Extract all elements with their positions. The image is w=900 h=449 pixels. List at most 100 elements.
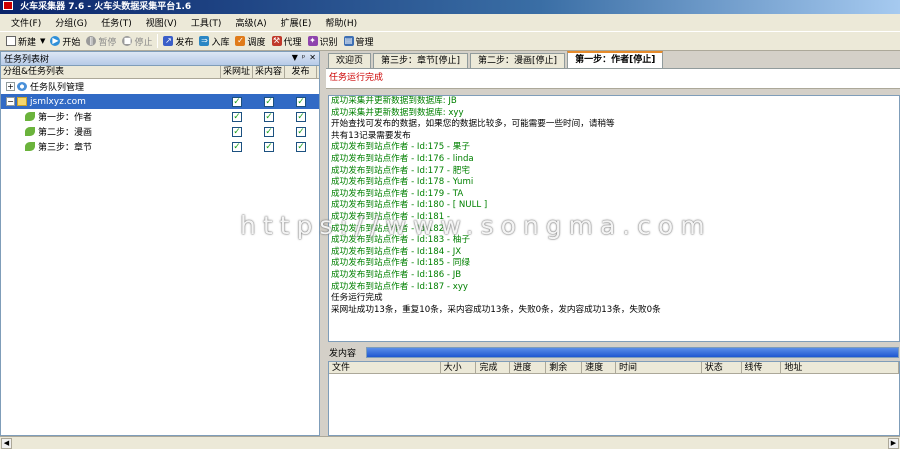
checkbox-collect-content[interactable]: ✓ xyxy=(264,96,274,107)
log-line: 成功采集并更新数据到数据库: JB xyxy=(331,96,457,106)
close-icon[interactable]: ✕ xyxy=(309,53,316,62)
stop-icon: ■ xyxy=(122,36,133,46)
app-icon xyxy=(3,1,13,10)
publish-button[interactable]: ↗ 发布 xyxy=(160,33,196,50)
toolbar: 新建 ▼ ▶ 开始 ‖ 暂停 ■ 停止 ↗ 发布 ⇒ 入库 ✓ 调度 ⚒ 代理 … xyxy=(0,32,900,51)
task-tabs: 欢迎页 第三步：章节[停止] 第二步：漫画[停止] 第一步：作者[停止] xyxy=(326,51,900,69)
tab-welcome[interactable]: 欢迎页 xyxy=(328,53,372,68)
schedule-icon: ✓ xyxy=(235,36,246,46)
checkbox-publish[interactable]: ✓ xyxy=(296,141,306,152)
file-list-column[interactable]: 进度 xyxy=(510,362,547,373)
menu-group[interactable]: 分组(G) xyxy=(48,16,94,29)
tree-row-task[interactable]: 第一步：作者 ✓ ✓ ✓ xyxy=(1,109,319,124)
pin-icon[interactable]: ᵖ xyxy=(302,53,305,62)
log-line: 成功采集并更新数据到数据库: xyy xyxy=(331,107,464,118)
file-list-column[interactable]: 文件 xyxy=(329,362,441,373)
queue-icon xyxy=(17,82,27,91)
tab-step1-author[interactable]: 第一步：作者[停止] xyxy=(567,51,664,68)
expand-icon[interactable]: + xyxy=(6,82,15,91)
file-list-column[interactable]: 完成 xyxy=(476,362,511,373)
progress-bar xyxy=(366,347,899,358)
manage-icon: ▤ xyxy=(343,36,354,46)
tree-item-label: 第一步：作者 xyxy=(38,113,93,123)
file-list[interactable]: 文件 大小 完成 进度 剩余 速度 时间 状态 线传 地址 xyxy=(328,361,900,436)
pause-button-label: 暂停 xyxy=(98,37,117,48)
log-line: 共有13记录需要发布 xyxy=(331,130,411,141)
checkbox-collect-url[interactable]: ✓ xyxy=(232,141,242,152)
tree-row-queue[interactable]: + 任务队列管理 xyxy=(1,79,319,94)
tree-item-label: 第二步：漫画 xyxy=(38,128,93,138)
panel-dropdown-icon[interactable]: ▼ xyxy=(292,53,298,62)
scroll-right-icon[interactable]: ▶ xyxy=(888,438,899,449)
manage-button[interactable]: ▤ 管理 xyxy=(341,33,377,50)
log-line: 成功发布到站点作者 - Id:176 - linda xyxy=(331,153,474,164)
task-status-text: 任务运行完成 xyxy=(326,69,900,89)
publish-icon: ↗ xyxy=(163,36,174,46)
tree-grid-header: 分组&任务列表 采网址 采内容 发布 xyxy=(1,66,319,79)
task-tree-panel: 任务列表树 ▼ ᵖ ✕ 分组&任务列表 采网址 采内容 发布 + 任务队列管理 … xyxy=(0,51,320,436)
file-list-column[interactable]: 剩余 xyxy=(546,362,583,373)
tree-item-label: 任务队列管理 xyxy=(30,83,85,93)
proxy-button-label: 代理 xyxy=(283,37,302,48)
checkbox-collect-content[interactable]: ✓ xyxy=(264,111,274,122)
identify-button-label: 识别 xyxy=(319,37,338,48)
file-list-column[interactable]: 状态 xyxy=(702,362,742,373)
file-list-header: 文件 大小 完成 进度 剩余 速度 时间 状态 线传 地址 xyxy=(329,362,899,374)
tab-step3-chapter[interactable]: 第三步：章节[停止] xyxy=(373,53,469,68)
start-button[interactable]: ▶ 开始 xyxy=(47,33,83,50)
stop-button[interactable]: ■ 停止 xyxy=(119,33,155,50)
log-line: 成功发布到站点作者 - Id:185 - 同绿 xyxy=(331,258,470,269)
menu-advanced[interactable]: 高级(A) xyxy=(228,16,273,29)
title-bar: 火车采集器 7.6 - 火车头数据采集平台1.6 xyxy=(0,0,900,14)
tree-row-task[interactable]: 第二步：漫画 ✓ ✓ ✓ xyxy=(1,124,319,139)
schedule-button-label: 调度 xyxy=(247,37,266,48)
publish-progress-row: 发内容 xyxy=(326,345,900,360)
checkbox-publish[interactable]: ✓ xyxy=(296,126,306,137)
column-collect-content[interactable]: 采内容 xyxy=(253,66,285,78)
checkbox-collect-url[interactable]: ✓ xyxy=(232,96,242,107)
menu-file[interactable]: 文件(F) xyxy=(4,16,48,29)
checkbox-collect-url[interactable]: ✓ xyxy=(232,111,242,122)
tree-item-label: 第三步：章节 xyxy=(38,143,93,153)
pause-button[interactable]: ‖ 暂停 xyxy=(83,33,119,50)
menu-tools[interactable]: 工具(T) xyxy=(184,16,229,29)
tree-item-label: jsmlxyz.com xyxy=(30,96,86,107)
folder-icon xyxy=(17,97,27,106)
menu-view[interactable]: 视图(V) xyxy=(139,16,184,29)
tab-step2-comic[interactable]: 第二步：漫画[停止] xyxy=(470,53,566,68)
log-line: 成功发布到站点作者 - Id:178 - Yumi xyxy=(331,177,474,188)
database-icon: ⇒ xyxy=(199,36,210,46)
menu-help[interactable]: 帮助(H) xyxy=(318,16,364,29)
checkbox-collect-url[interactable]: ✓ xyxy=(232,126,242,137)
tree-row-task[interactable]: 第三步：章节 ✓ ✓ ✓ xyxy=(1,139,319,154)
identify-button[interactable]: ✦ 识别 xyxy=(305,33,341,50)
checkbox-publish[interactable]: ✓ xyxy=(296,96,306,107)
panel-splitter[interactable] xyxy=(320,51,326,436)
menu-extend[interactable]: 扩展(E) xyxy=(274,16,319,29)
column-collect-url[interactable]: 采网址 xyxy=(221,66,253,78)
task-icon xyxy=(25,142,35,151)
file-list-column[interactable]: 速度 xyxy=(582,362,616,373)
log-line: 开始查找可发布的数据，如果您的数据比较多，可能需要一些时间，请稍等 xyxy=(331,119,615,130)
log-line: 成功发布到站点作者 - Id:187 - xyy xyxy=(331,281,469,292)
import-button[interactable]: ⇒ 入库 xyxy=(196,33,232,50)
column-task-list[interactable]: 分组&任务列表 xyxy=(1,66,221,78)
collapse-icon[interactable]: − xyxy=(6,97,15,106)
checkbox-collect-content[interactable]: ✓ xyxy=(264,126,274,137)
horizontal-scrollbar[interactable]: ◀ ▶ xyxy=(0,436,900,449)
scroll-left-icon[interactable]: ◀ xyxy=(1,438,12,449)
new-button[interactable]: 新建 xyxy=(3,33,39,50)
schedule-button[interactable]: ✓ 调度 xyxy=(232,33,268,50)
proxy-button[interactable]: ⚒ 代理 xyxy=(269,33,305,50)
toolbar-separator xyxy=(157,34,159,48)
file-list-column[interactable]: 时间 xyxy=(616,362,702,373)
menu-task[interactable]: 任务(T) xyxy=(94,16,139,29)
checkbox-publish[interactable]: ✓ xyxy=(296,111,306,122)
file-list-column[interactable]: 线传 xyxy=(742,362,782,373)
file-list-column[interactable]: 大小 xyxy=(441,362,477,373)
tree-row-group[interactable]: − jsmlxyz.com ✓ ✓ ✓ xyxy=(1,94,319,109)
file-list-column[interactable]: 地址 xyxy=(781,362,899,373)
checkbox-collect-content[interactable]: ✓ xyxy=(264,141,274,152)
column-publish[interactable]: 发布 xyxy=(285,66,317,78)
new-dropdown-arrow-icon[interactable]: ▼ xyxy=(40,37,45,45)
